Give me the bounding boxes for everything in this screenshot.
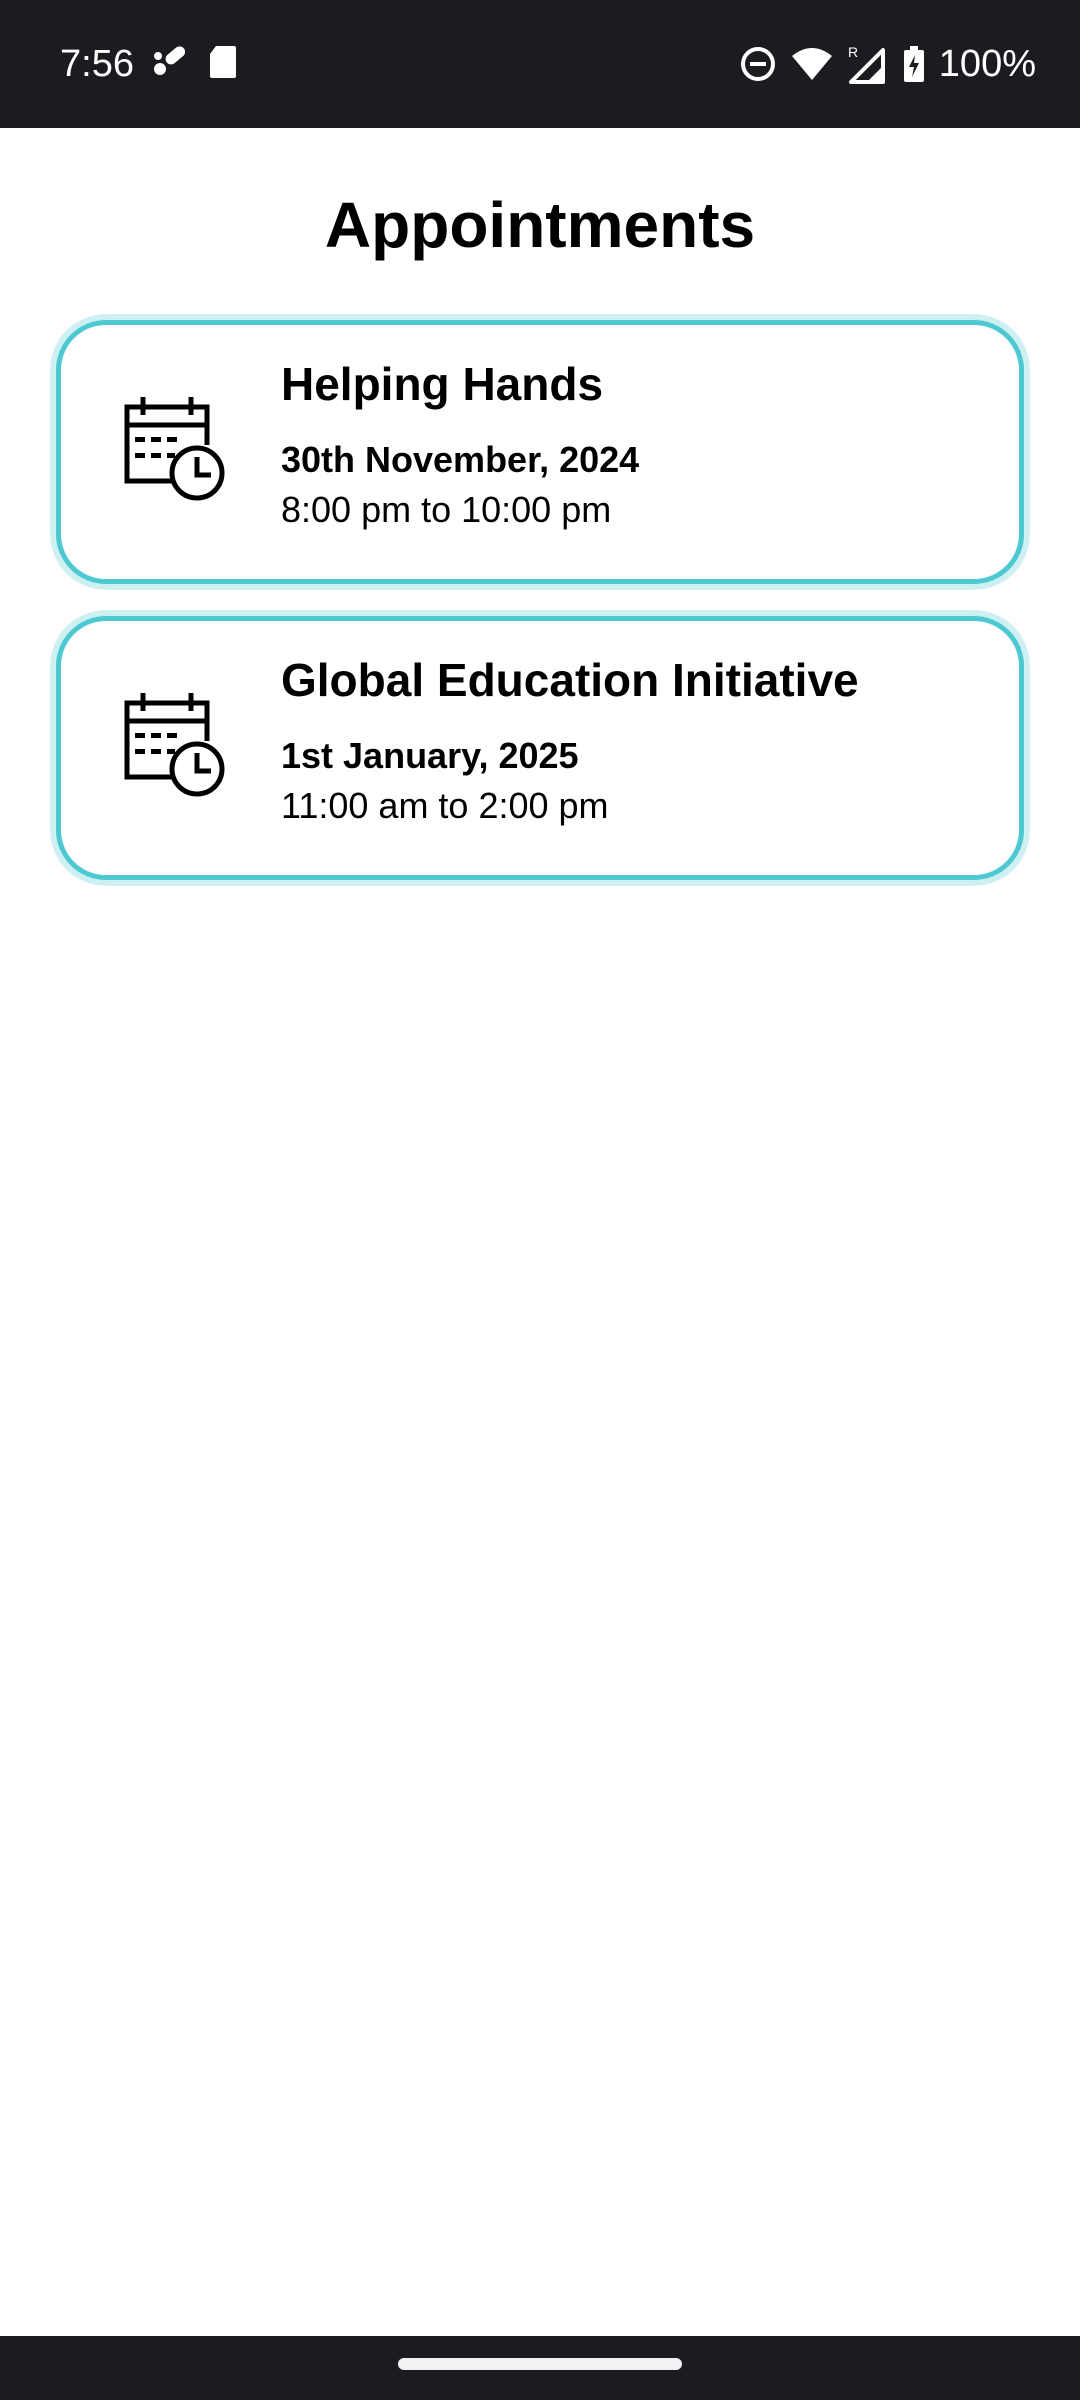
appointment-list: Helping Hands 30th November, 2024 8:00 p…	[56, 320, 1024, 912]
appointment-card[interactable]: Helping Hands 30th November, 2024 8:00 p…	[56, 320, 1024, 584]
appointment-title: Global Education Initiative	[281, 654, 859, 706]
status-bar: 7:56 R 100%	[0, 0, 1080, 128]
calendar-clock-icon	[124, 693, 225, 797]
status-notification-icons	[150, 44, 238, 80]
appointment-date: 1st January, 2025	[281, 735, 579, 776]
appointment-time: 8:00 pm to 10:00 pm	[281, 489, 612, 530]
roaming-indicator: R	[848, 44, 858, 60]
home-gesture-handle[interactable]	[398, 2358, 682, 2370]
appointment-title: Helping Hands	[281, 358, 604, 410]
status-system-icons: R 100%	[739, 38, 1036, 90]
status-time: 7:56	[60, 43, 134, 85]
appointment-date: 30th November, 2024	[281, 439, 640, 480]
do-not-disturb-icon	[740, 47, 775, 81]
appointment-card[interactable]: Global Education Initiative 1st January,…	[56, 616, 1024, 880]
navigation-bar	[0, 2336, 1080, 2400]
appointment-time: 11:00 am to 2:00 pm	[281, 785, 609, 826]
wifi-icon	[791, 48, 832, 80]
sd-card-icon	[210, 46, 236, 78]
battery-charging-icon	[903, 46, 924, 82]
medication-icon	[154, 46, 186, 75]
calendar-clock-icon	[124, 397, 225, 501]
page-title: Appointments	[324, 189, 756, 261]
signal-roaming-icon: R	[848, 44, 885, 84]
battery-percentage: 100%	[938, 43, 1036, 85]
